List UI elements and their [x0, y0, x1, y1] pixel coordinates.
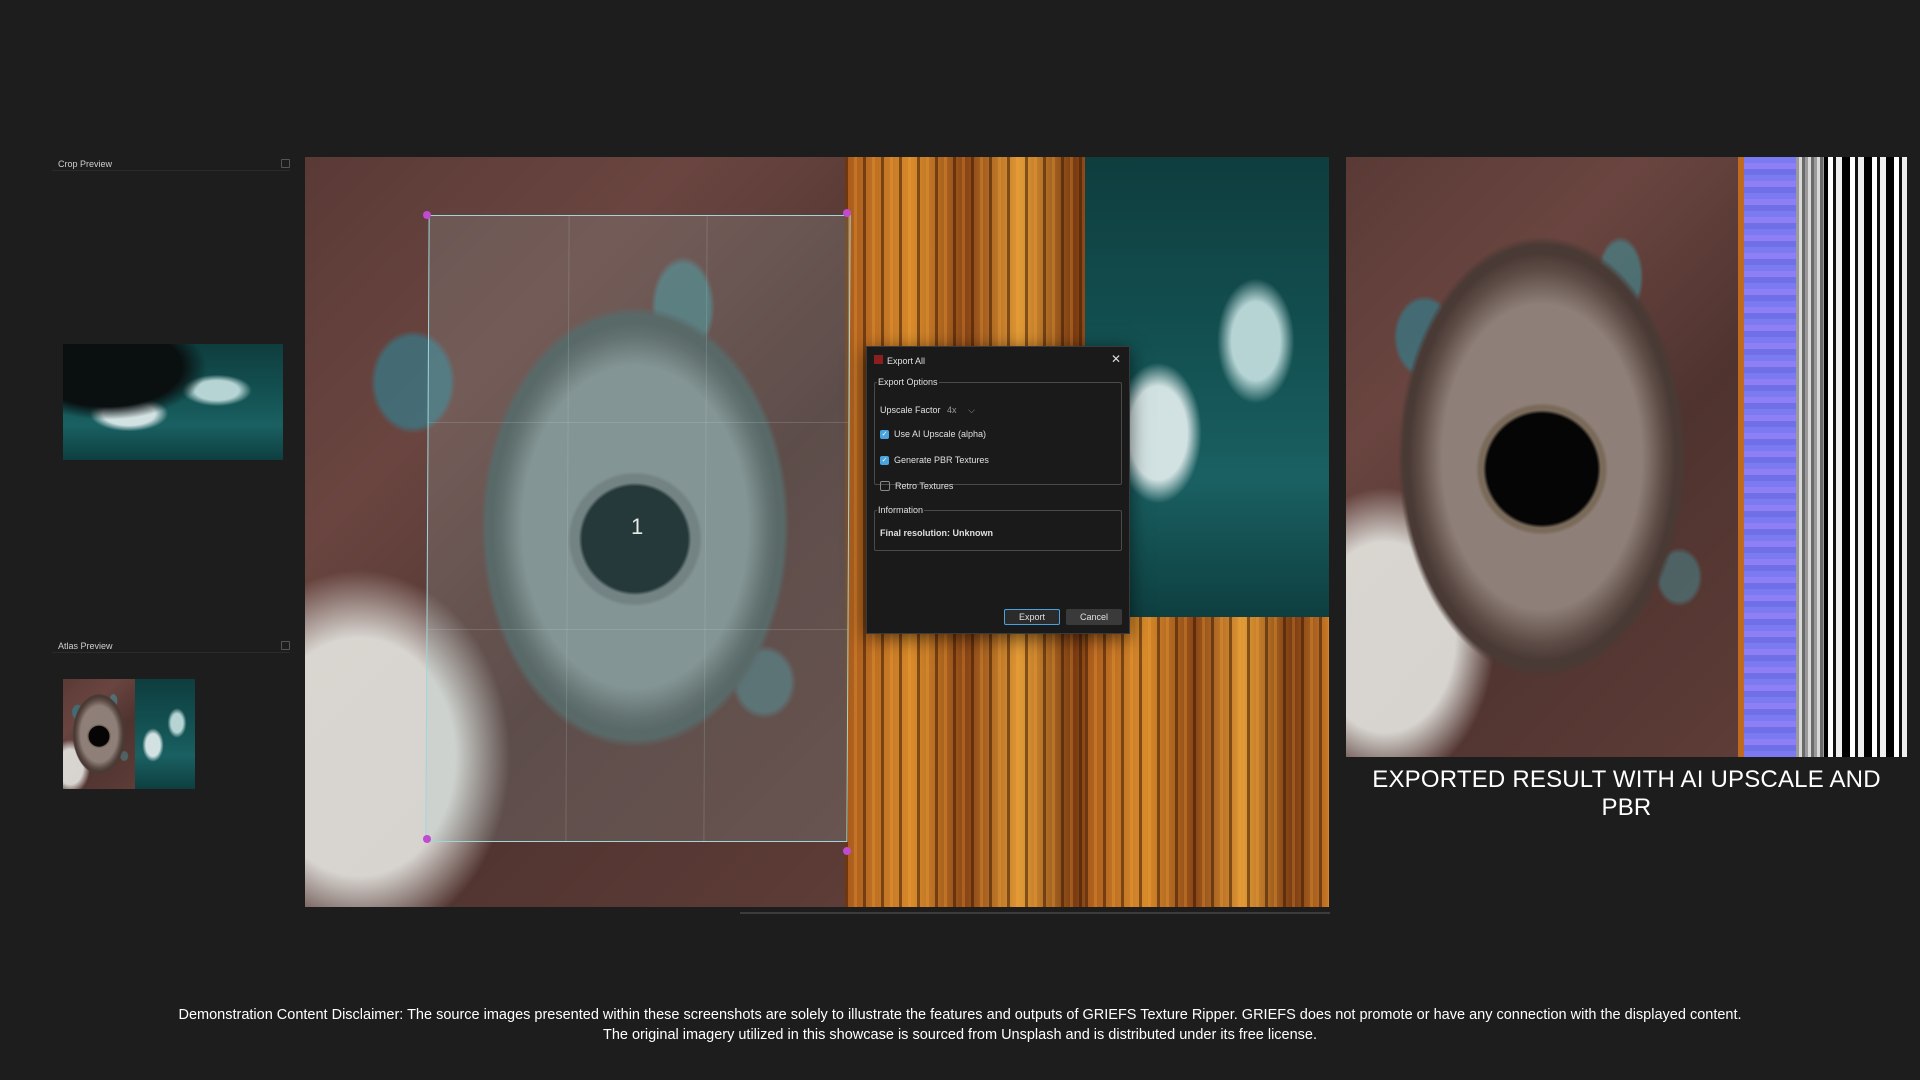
- crop-number-label: 1: [631, 514, 644, 539]
- crop-preview-pin-icon[interactable]: [281, 159, 290, 168]
- export-button[interactable]: Export: [1004, 609, 1060, 625]
- crop-preview-title: Crop Preview: [58, 159, 113, 169]
- final-resolution-text: Final resolution: Unknown: [880, 528, 993, 538]
- retro-textures-row[interactable]: Retro Textures: [880, 481, 953, 491]
- crop-handle-bottom-left[interactable]: [423, 835, 431, 843]
- atlas-preview-title: Atlas Preview: [58, 641, 113, 651]
- export-options-group: Export Options Upscale Factor 4x ⌵ ✓ Use…: [874, 377, 1122, 491]
- app-icon: [874, 355, 883, 364]
- crop-handle-top-left[interactable]: [423, 211, 431, 219]
- final-resolution-row: Final resolution: Unknown: [880, 528, 993, 538]
- generate-pbr-label: Generate PBR Textures: [894, 455, 989, 465]
- crop-grid-line: [564, 216, 570, 841]
- result-keyhole-plate: [1346, 157, 1738, 757]
- crop-grid-line: [428, 422, 849, 424]
- disclaimer-line-1: Demonstration Content Disclaimer: The so…: [178, 1007, 1742, 1023]
- use-ai-upscale-label: Use AI Upscale (alpha): [894, 429, 987, 439]
- disclaimer-line-2: The original imagery utilized in this sh…: [602, 1027, 1318, 1043]
- close-icon[interactable]: ✕: [1111, 352, 1121, 366]
- result-roughness-strip: [1796, 157, 1824, 757]
- crop-handle-bottom-right[interactable]: [843, 847, 851, 855]
- upscale-factor-select[interactable]: 4x ⌵: [944, 403, 978, 417]
- export-options-legend: Export Options: [878, 377, 938, 387]
- main-canvas[interactable]: 1: [305, 157, 1329, 907]
- chevron-down-icon: ⌵: [968, 404, 975, 415]
- generate-pbr-row[interactable]: ✓ Generate PBR Textures: [880, 455, 989, 465]
- canvas-horizontal-scrollbar[interactable]: [740, 912, 1330, 914]
- upscale-factor-row: Upscale Factor: [880, 403, 941, 417]
- atlas-preview-image: [63, 679, 195, 789]
- generate-pbr-checkbox[interactable]: ✓: [880, 455, 889, 465]
- cancel-button[interactable]: Cancel: [1066, 609, 1122, 625]
- retro-textures-label: Retro Textures: [895, 481, 954, 491]
- canvas-wood-lower-region: [1085, 617, 1329, 907]
- export-all-dialog: Export All ✕ Export Options Upscale Fact…: [866, 346, 1130, 634]
- use-ai-upscale-row[interactable]: ✓ Use AI Upscale (alpha): [880, 429, 986, 439]
- information-group: Information Final resolution: Unknown: [874, 505, 1122, 551]
- crop-preview-image: [63, 344, 283, 460]
- crop-grid-line: [703, 216, 708, 841]
- crop-handle-top-right[interactable]: [843, 209, 851, 217]
- crop-grid-line: [427, 628, 848, 630]
- use-ai-upscale-checkbox[interactable]: ✓: [880, 429, 889, 439]
- disclaimer: Demonstration Content Disclaimer: The so…: [0, 1005, 1920, 1045]
- information-legend: Information: [878, 505, 924, 515]
- upscale-factor-label: Upscale Factor: [880, 405, 941, 415]
- upscale-factor-value: 4x: [947, 405, 957, 415]
- atlas-preview-pin-icon[interactable]: [281, 641, 290, 650]
- dialog-title: Export All: [887, 356, 926, 366]
- retro-textures-checkbox[interactable]: [880, 481, 890, 491]
- result-caption: EXPORTED RESULT WITH AI UPSCALE AND PBR: [1372, 766, 1881, 821]
- result-height-strip: [1824, 157, 1907, 757]
- exported-result-image: [1346, 157, 1907, 757]
- result-normal-map-strip: [1744, 157, 1796, 757]
